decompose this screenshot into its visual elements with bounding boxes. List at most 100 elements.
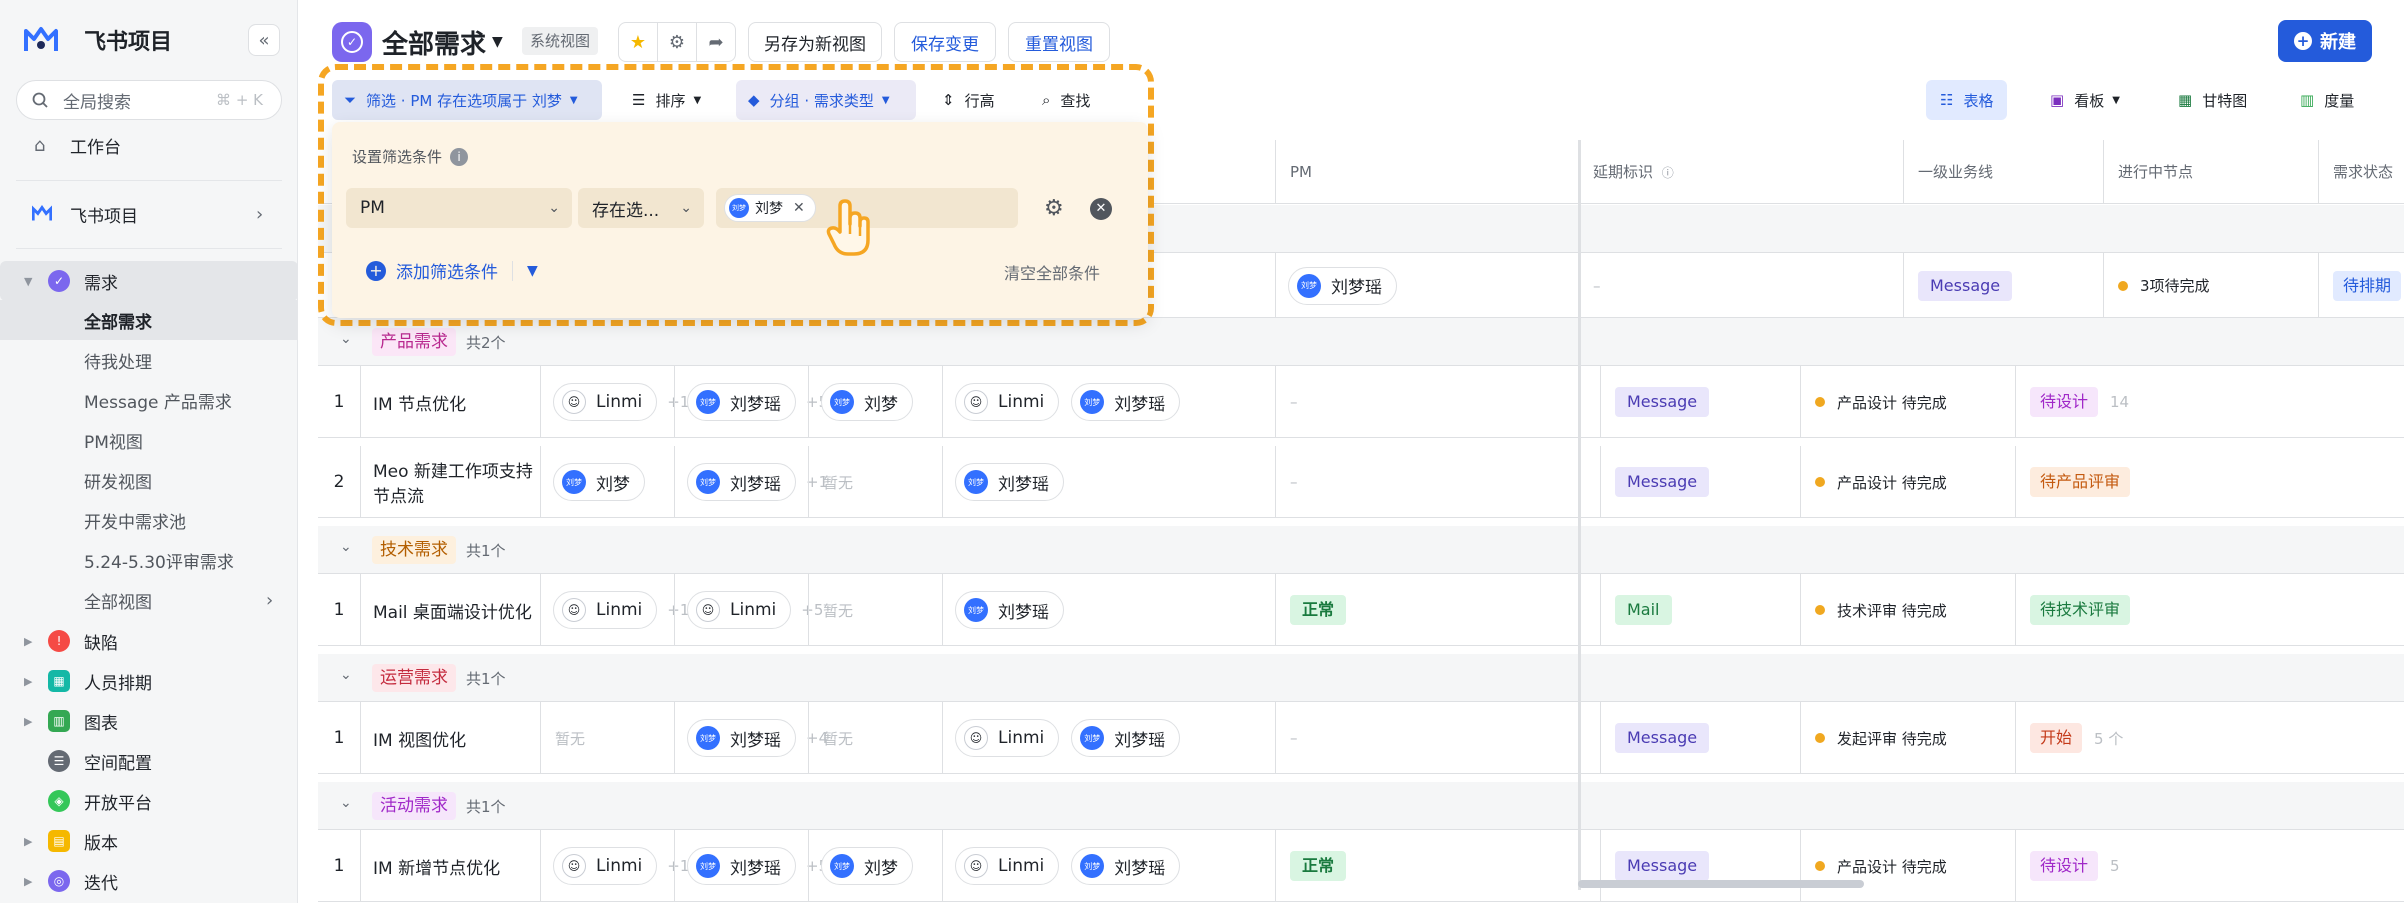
cell-node[interactable]: 技术评审 待完成	[1800, 574, 2015, 646]
gear-icon[interactable]: ⚙	[657, 23, 696, 61]
table-row[interactable]: 2 Meo 新建工作项支持节点流 刘梦 刘梦 刘梦 刘梦瑶 +1 暂无 刘梦 刘梦瑶 – Messag…	[318, 446, 2404, 518]
cell-reporter[interactable]: 刘梦 刘梦	[540, 446, 674, 518]
user-pill[interactable]: ☺ Linmi	[955, 847, 1060, 885]
user-pill[interactable]: 刘梦 刘梦	[553, 463, 645, 501]
user-pill[interactable]: 刘梦 刘梦瑶	[687, 719, 796, 757]
cell-pm[interactable]: ☺ Linmi 刘梦 刘梦瑶	[942, 366, 1275, 438]
cell-status[interactable]: 待设计 5	[2015, 830, 2404, 902]
cell-pm[interactable]: ☺ Linmi 刘梦 刘梦瑶	[942, 830, 1275, 902]
cell-node[interactable]: 产品设计 待完成	[1800, 446, 2015, 518]
cell-reporter[interactable]: ☺ Linmi +1	[540, 830, 689, 902]
user-pill[interactable]: 刘梦 刘梦	[821, 383, 913, 421]
sidebar-sub-pm-view[interactable]: PM视图	[0, 420, 298, 460]
brand[interactable]: 飞书项目	[24, 22, 172, 58]
view-tab-kanban[interactable]: ▣ 看板 ▼	[2036, 80, 2134, 120]
sidebar-item-requirements[interactable]: ▼ ✓ 需求	[0, 261, 298, 301]
global-search[interactable]: 全局搜索 ⌘ + K	[16, 80, 282, 120]
cell-biz-line[interactable]: Message	[1600, 366, 1800, 438]
user-pill[interactable]: ☺ Linmi	[687, 591, 792, 629]
sidebar-item-open-platform[interactable]: ◈ 开放平台	[0, 781, 298, 821]
user-pill[interactable]: 刘梦 刘梦瑶	[687, 463, 796, 501]
cell-reporter[interactable]: ☺ Linmi +1	[540, 366, 689, 438]
sidebar-sub-dev-view[interactable]: 研发视图	[0, 460, 298, 500]
filter-field-select[interactable]: PM ⌄	[346, 188, 572, 228]
cell-owner[interactable]: 暂无	[808, 574, 942, 646]
user-pill[interactable]: ☺ Linmi	[955, 719, 1060, 757]
reset-view-button[interactable]: 重置视图	[1008, 22, 1110, 62]
cell-owner[interactable]: 暂无	[808, 702, 942, 774]
page-title[interactable]: 全部需求	[382, 24, 486, 61]
sidebar-item-defects[interactable]: ▶ ! 缺陷	[0, 621, 298, 661]
user-pill[interactable]: 刘梦 刘梦瑶	[1071, 719, 1181, 757]
cell-pm[interactable]: ☺ Linmi 刘梦 刘梦瑶	[942, 702, 1275, 774]
view-tab-table[interactable]: ☷ 表格	[1926, 80, 2008, 120]
cell-title[interactable]: IM 视图优化	[360, 702, 540, 774]
chevron-down-icon[interactable]: ⌄	[340, 667, 352, 683]
chevron-down-icon[interactable]: ⌄	[340, 331, 352, 347]
cell-participants[interactable]: ☺ Linmi +5	[674, 574, 823, 646]
horizontal-scrollbar[interactable]	[1578, 880, 1864, 888]
cell-node[interactable]: 发起评审 待完成	[1800, 702, 2015, 774]
group-header-row[interactable]: ⌄ 运营需求 共1个	[318, 654, 2404, 702]
gear-icon[interactable]: ⚙	[1044, 196, 1064, 221]
cell-biz-line[interactable]: Message	[1600, 830, 1800, 902]
table-row[interactable]: 1 IM 节点优化 ☺ Linmi +1 刘梦 刘梦瑶 +5 刘梦 刘梦 ☺ Linmi 刘梦 刘梦瑶 – M…	[318, 366, 2404, 438]
view-tab-metrics[interactable]: ▥ 度量	[2286, 80, 2368, 120]
table-row[interactable]: 1 IM 新增节点优化 ☺ Linmi +1 刘梦 刘梦瑶 +5 刘梦 刘梦 ☺ Linmi 刘梦 刘梦瑶…	[318, 830, 2404, 902]
user-chip[interactable]: 刘梦 刘梦 ✕	[724, 194, 816, 222]
user-pill[interactable]: 刘梦 刘梦	[821, 847, 913, 885]
sidebar-sub-dev-pool[interactable]: 开发中需求池	[0, 500, 298, 540]
cell-node[interactable]: 产品设计 待完成	[1800, 830, 2015, 902]
table-row[interactable]: 1 Mail 桌面端设计优化 ☺ Linmi +1 ☺ Linmi +5 暂无 刘梦 刘梦瑶 正常 Ma…	[318, 574, 2404, 646]
cell-owner[interactable]: 刘梦 刘梦	[808, 366, 942, 438]
caret-down-icon[interactable]: ▼	[492, 34, 503, 50]
col-header-status[interactable]: 需求状态	[2318, 140, 2404, 204]
cell-reporter[interactable]: 暂无	[540, 702, 674, 774]
cell-participants[interactable]: 刘梦 刘梦瑶 +5	[674, 366, 828, 438]
new-button[interactable]: + 新建	[2278, 20, 2372, 62]
user-pill[interactable]: 刘梦 刘梦瑶	[687, 847, 796, 885]
cell-node[interactable]: 产品设计 待完成	[1800, 366, 2015, 438]
user-pill[interactable]: 刘梦 刘梦瑶	[1071, 847, 1181, 885]
user-pill[interactable]: 刘梦 刘梦瑶	[1288, 266, 1397, 305]
share-icon[interactable]: ➦	[696, 23, 735, 61]
user-pill[interactable]: ☺ Linmi	[955, 383, 1060, 421]
view-tab-gantt[interactable]: ▦ 甘特图	[2164, 80, 2261, 120]
remove-condition-icon[interactable]: ✕	[1090, 198, 1112, 220]
cell-reporter[interactable]: ☺ Linmi +1	[540, 574, 689, 646]
cell-biz-line[interactable]: Message	[1600, 702, 1800, 774]
user-pill[interactable]: ☺ Linmi	[553, 847, 658, 885]
chevron-down-icon[interactable]: ⌄	[340, 795, 352, 811]
sidebar-sub-review[interactable]: 5.24-5.30评审需求	[0, 540, 298, 580]
user-pill[interactable]: 刘梦 刘梦瑶	[687, 383, 796, 421]
sidebar-sub-message-product[interactable]: Message 产品需求	[0, 380, 298, 420]
add-condition-button[interactable]: + 添加筛选条件 ▼	[366, 258, 538, 283]
sidebar-sub-all-requirements[interactable]: 全部需求	[0, 300, 298, 340]
cell-delay[interactable]: –	[1275, 446, 1600, 518]
cell-biz-line[interactable]: Message	[1903, 253, 2103, 318]
cell-delay[interactable]: –	[1275, 702, 1600, 774]
cell-status[interactable]: 待产品评审	[2015, 446, 2404, 518]
cell-title[interactable]: IM 新增节点优化	[360, 830, 540, 902]
cell-biz-line[interactable]: Message	[1600, 446, 1800, 518]
clear-all-conditions-button[interactable]: 清空全部条件	[1004, 260, 1100, 284]
sidebar-item-versions[interactable]: ▶ ▤ 版本	[0, 821, 298, 861]
sidebar-item-space-config[interactable]: ☰ 空间配置	[0, 741, 298, 781]
sidebar-sub-my-pending[interactable]: 待我处理	[0, 340, 298, 380]
cell-node[interactable]: 3项待完成	[2103, 253, 2318, 318]
cell-owner[interactable]: 刘梦 刘梦	[808, 830, 942, 902]
col-header-biz-line[interactable]: 一级业务线	[1903, 140, 2103, 204]
user-pill[interactable]: 刘梦 刘梦瑶	[955, 591, 1064, 629]
cell-participants[interactable]: 刘梦 刘梦瑶 +5	[674, 830, 828, 902]
cell-owner[interactable]: 暂无	[808, 446, 942, 518]
cell-title[interactable]: IM 节点优化	[360, 366, 540, 438]
cell-title[interactable]: Meo 新建工作项支持节点流	[360, 446, 540, 518]
cell-status[interactable]: 开始 5 个	[2015, 702, 2404, 774]
cell-biz-line[interactable]: Mail	[1600, 574, 1800, 646]
group-header-row[interactable]: ⌄ 技术需求 共1个	[318, 526, 2404, 574]
sidebar-item-charts[interactable]: ▶ ▥ 图表	[0, 701, 298, 741]
sidebar-item-project[interactable]: 飞书项目 ›	[0, 194, 298, 234]
chevron-down-icon[interactable]: ⌄	[340, 539, 352, 555]
collapse-sidebar-button[interactable]: «	[248, 24, 280, 56]
user-pill[interactable]: 刘梦 刘梦瑶	[1071, 383, 1181, 421]
